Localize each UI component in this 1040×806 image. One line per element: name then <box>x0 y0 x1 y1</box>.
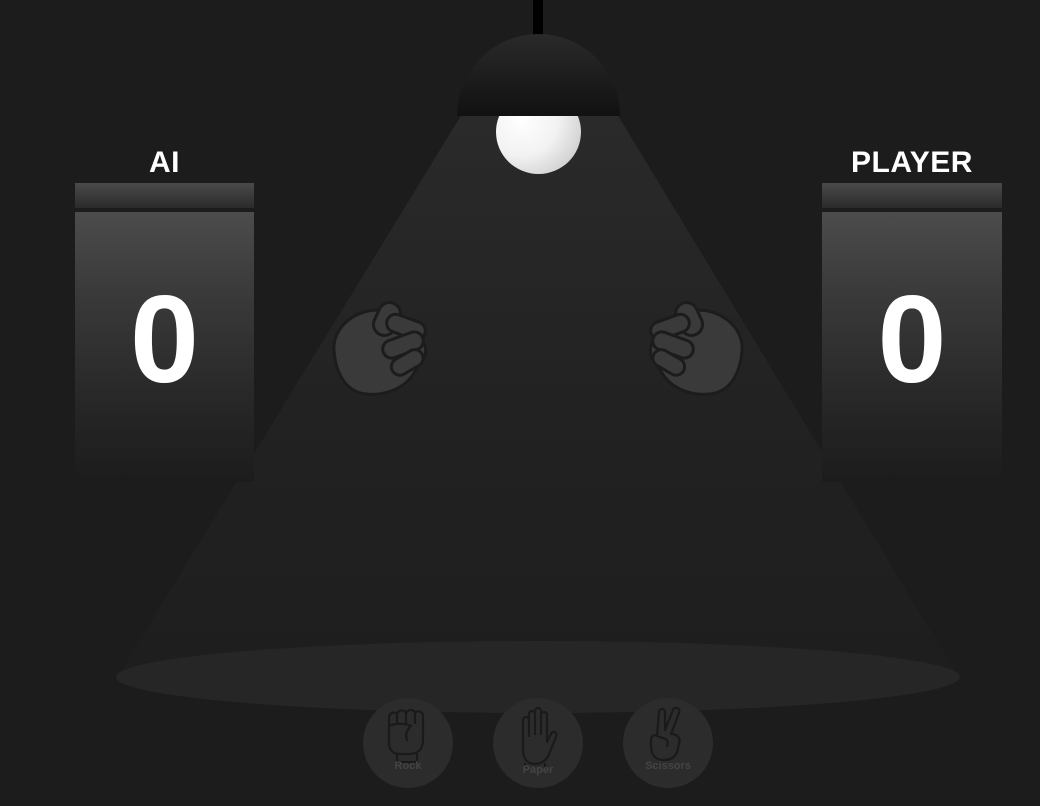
ai-board-cap <box>75 183 254 208</box>
ai-label: AI <box>149 146 180 179</box>
fist-icon <box>648 301 744 396</box>
rock-hand-icon <box>387 708 425 764</box>
scissors-button[interactable]: Scissors <box>623 698 713 788</box>
player-board-cap <box>822 183 1002 208</box>
ai-hand <box>326 296 436 406</box>
ai-score: 0 <box>130 271 199 409</box>
game-stage: AI 0 PLAYER 0 Rock Paper Scissors <box>0 0 1040 806</box>
player-hand <box>640 296 750 406</box>
fist-icon <box>332 301 428 396</box>
rock-label: Rock <box>394 760 422 772</box>
player-label: PLAYER <box>851 146 973 179</box>
paper-button[interactable]: Paper <box>493 698 583 788</box>
scissors-label: Scissors <box>645 760 691 772</box>
paper-label: Paper <box>522 764 554 776</box>
player-score: 0 <box>877 271 947 409</box>
rock-button[interactable]: Rock <box>363 698 453 788</box>
lamp-shade <box>457 34 620 116</box>
paper-hand-icon <box>521 706 558 768</box>
lamp-cord <box>533 0 543 36</box>
scissors-hand-icon <box>649 706 681 762</box>
